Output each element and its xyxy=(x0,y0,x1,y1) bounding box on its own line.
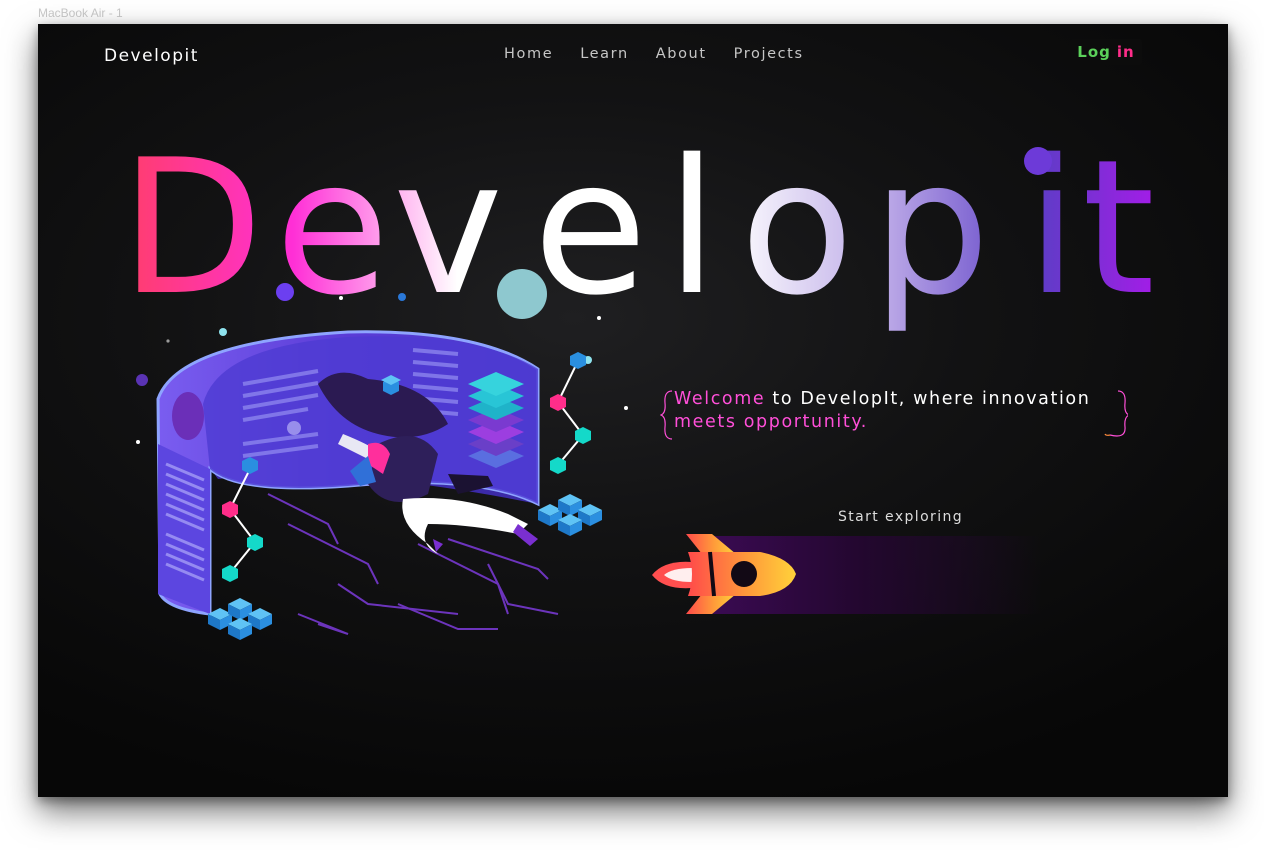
cube-cluster-right xyxy=(538,494,602,536)
start-exploring-button[interactable] xyxy=(650,524,1050,616)
title-letter: v xyxy=(393,119,503,336)
brace-right xyxy=(1104,390,1128,437)
title-letter: p xyxy=(872,119,990,336)
title-letter: D xyxy=(120,119,263,336)
title-letter: t xyxy=(1082,119,1155,336)
title-letter: e xyxy=(275,119,389,336)
title-letter: l xyxy=(666,119,718,336)
welcome-word: Welcome xyxy=(674,389,766,409)
rocket-icon xyxy=(652,534,796,614)
molecule-chain-right xyxy=(557,360,584,466)
welcome-line1-rest: to DevelopIt, where innovation xyxy=(765,389,1091,409)
welcome-line2: meets opportunity. xyxy=(674,412,868,432)
title-letter: o xyxy=(740,119,854,336)
title-letter: e xyxy=(533,119,647,336)
hero-title: D e v e l o p i t xyxy=(120,119,1155,336)
frame-label: MacBook Air - 1 xyxy=(38,6,123,20)
page-frame: Developit Home Learn About Projects Log … xyxy=(38,24,1228,797)
developer-illustration xyxy=(156,330,602,640)
cube-cluster-left xyxy=(208,598,272,640)
layer-stack xyxy=(468,372,524,468)
start-exploring-label: Start exploring xyxy=(838,509,964,525)
welcome-text: Welcome to DevelopIt, where innovation m… xyxy=(674,388,1144,434)
